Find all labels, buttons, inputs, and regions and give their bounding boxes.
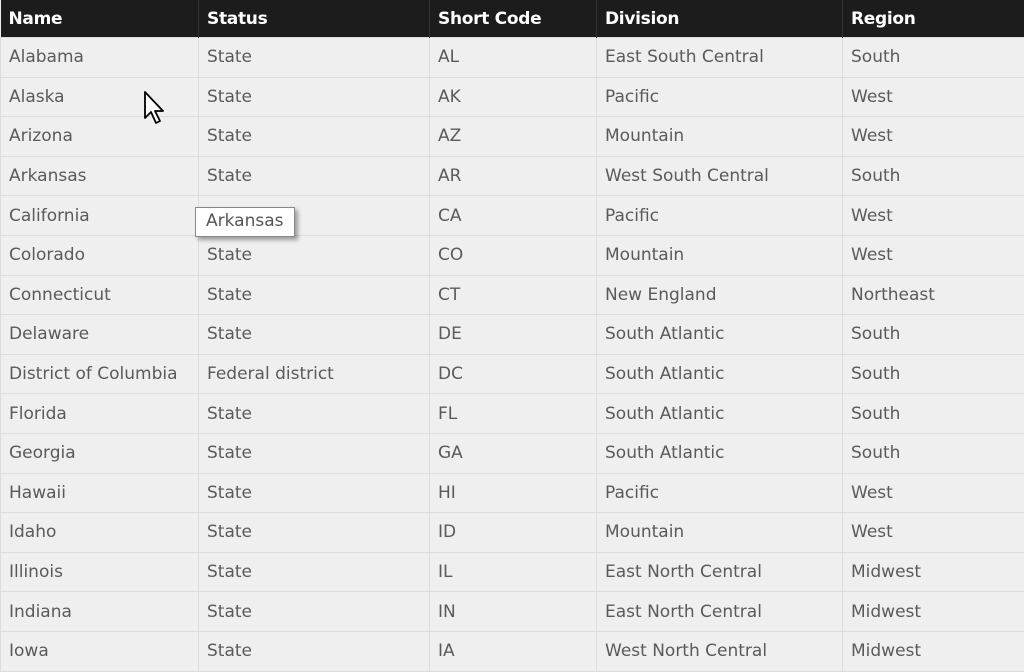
table-row[interactable]: District of ColumbiaFederal districtDCSo… [1,354,1024,394]
cell-division[interactable]: East South Central [597,38,843,78]
cell-division[interactable]: Pacific [597,473,843,513]
cell-status[interactable]: State [199,552,430,592]
tooltip: Arkansas [195,207,295,237]
cell-region[interactable]: Midwest [843,592,1024,632]
cell-name[interactable]: Hawaii [1,473,199,513]
cell-short-code[interactable]: DE [430,315,597,355]
header-name[interactable]: Name [1,0,199,38]
cell-name[interactable]: California [1,196,199,236]
table-row[interactable]: IdahoStateIDMountainWest [1,513,1024,553]
cell-region[interactable]: West [843,473,1024,513]
table-row[interactable]: IllinoisStateILEast North CentralMidwest [1,552,1024,592]
table-row[interactable]: GeorgiaStateGASouth AtlanticSouth [1,433,1024,473]
cell-short-code[interactable]: CO [430,235,597,275]
cell-short-code[interactable]: CT [430,275,597,315]
cell-region[interactable]: South [843,315,1024,355]
cell-short-code[interactable]: AZ [430,117,597,157]
cell-region[interactable]: Midwest [843,552,1024,592]
cell-status[interactable]: State [199,433,430,473]
cell-name[interactable]: Delaware [1,315,199,355]
cell-status[interactable]: State [199,235,430,275]
table-row[interactable]: CaliforniaStateCAPacificWest [1,196,1024,236]
cell-status[interactable]: State [199,117,430,157]
cell-short-code[interactable]: AK [430,77,597,117]
table-row[interactable]: IowaStateIAWest North CentralMidwest [1,631,1024,671]
cell-region[interactable]: West [843,235,1024,275]
cell-division[interactable]: East North Central [597,552,843,592]
cell-region[interactable]: West [843,117,1024,157]
cell-status[interactable]: State [199,38,430,78]
table-row[interactable]: ColoradoStateCOMountainWest [1,235,1024,275]
cell-short-code[interactable]: HI [430,473,597,513]
cell-region[interactable]: South [843,354,1024,394]
cell-region[interactable]: South [843,38,1024,78]
cell-name[interactable]: Iowa [1,631,199,671]
table-row[interactable]: FloridaStateFLSouth AtlanticSouth [1,394,1024,434]
header-division[interactable]: Division [597,0,843,38]
cell-status[interactable]: State [199,592,430,632]
cell-division[interactable]: South Atlantic [597,315,843,355]
cell-short-code[interactable]: IN [430,592,597,632]
cell-name[interactable]: Idaho [1,513,199,553]
table-row[interactable]: ArkansasStateARWest South CentralSouth [1,156,1024,196]
cell-region[interactable]: Midwest [843,631,1024,671]
table-row[interactable]: DelawareStateDESouth AtlanticSouth [1,315,1024,355]
cell-division[interactable]: South Atlantic [597,394,843,434]
header-row: Name Status Short Code Division Region [1,0,1024,38]
cell-status[interactable]: State [199,315,430,355]
cell-division[interactable]: Pacific [597,196,843,236]
header-status[interactable]: Status [199,0,430,38]
cell-status[interactable]: State [199,77,430,117]
cell-division[interactable]: East North Central [597,592,843,632]
cell-name[interactable]: Alabama [1,38,199,78]
cell-region[interactable]: South [843,156,1024,196]
cell-short-code[interactable]: CA [430,196,597,236]
cell-short-code[interactable]: GA [430,433,597,473]
cell-short-code[interactable]: ID [430,513,597,553]
cell-status[interactable]: State [199,513,430,553]
cell-status[interactable]: State [199,275,430,315]
cell-name[interactable]: Colorado [1,235,199,275]
cell-region[interactable]: South [843,433,1024,473]
cell-status[interactable]: State [199,473,430,513]
table-row[interactable]: IndianaStateINEast North CentralMidwest [1,592,1024,632]
cell-division[interactable]: Pacific [597,77,843,117]
cell-region[interactable]: Northeast [843,275,1024,315]
cell-short-code[interactable]: FL [430,394,597,434]
cell-region[interactable]: West [843,77,1024,117]
cell-name[interactable]: Arkansas [1,156,199,196]
cell-division[interactable]: Mountain [597,117,843,157]
cell-status[interactable]: State [199,394,430,434]
cell-name[interactable]: Indiana [1,592,199,632]
cell-division[interactable]: Mountain [597,235,843,275]
cell-short-code[interactable]: AR [430,156,597,196]
cell-division[interactable]: West South Central [597,156,843,196]
cell-status[interactable]: State [199,631,430,671]
cell-status[interactable]: Federal district [199,354,430,394]
cell-region[interactable]: South [843,394,1024,434]
header-region[interactable]: Region [843,0,1024,38]
cell-short-code[interactable]: IL [430,552,597,592]
cell-name[interactable]: Florida [1,394,199,434]
cell-region[interactable]: West [843,513,1024,553]
table-row[interactable]: HawaiiStateHIPacificWest [1,473,1024,513]
cell-division[interactable]: New England [597,275,843,315]
cell-division[interactable]: Mountain [597,513,843,553]
cell-name[interactable]: Illinois [1,552,199,592]
cell-name[interactable]: District of Columbia [1,354,199,394]
cell-division[interactable]: South Atlantic [597,433,843,473]
cell-name[interactable]: Connecticut [1,275,199,315]
table-row[interactable]: ConnecticutStateCTNew EnglandNortheast [1,275,1024,315]
header-short-code[interactable]: Short Code [430,0,597,38]
cell-short-code[interactable]: DC [430,354,597,394]
cell-name[interactable]: Georgia [1,433,199,473]
cell-status[interactable]: State [199,156,430,196]
cell-region[interactable]: West [843,196,1024,236]
cell-short-code[interactable]: IA [430,631,597,671]
table-row[interactable]: AlabamaStateALEast South CentralSouth [1,38,1024,78]
cell-short-code[interactable]: AL [430,38,597,78]
mouse-pointer-icon [143,90,169,126]
cell-division[interactable]: West North Central [597,631,843,671]
cell-division[interactable]: South Atlantic [597,354,843,394]
